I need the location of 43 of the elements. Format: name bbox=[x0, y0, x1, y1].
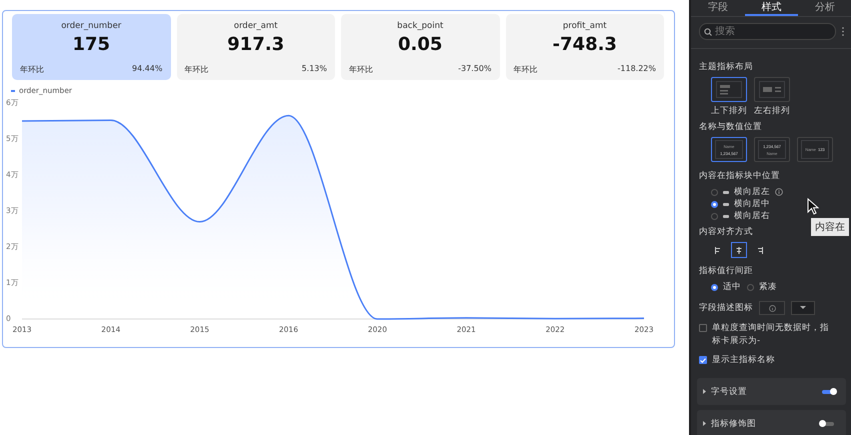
section-title: 名称与数值位置 bbox=[699, 121, 762, 133]
compare-label: 年环比 bbox=[514, 64, 538, 75]
section-title: 指标修饰图 bbox=[711, 418, 757, 430]
metric-value: 175 bbox=[72, 34, 110, 55]
field-label: 字段描述图标 bbox=[699, 302, 753, 314]
checkbox-label: 单粒度查询时间无数据时，指标卡展示为- bbox=[712, 322, 830, 348]
panel-tab[interactable]: 样式 bbox=[744, 0, 798, 16]
panel-tab[interactable]: 分析 bbox=[798, 0, 851, 16]
collapsible-section[interactable]: 字号设置 bbox=[697, 378, 846, 405]
search-field[interactable]: 搜索 bbox=[699, 23, 836, 40]
metric-value: 0.05 bbox=[398, 34, 442, 55]
compare-value: 94.44% bbox=[132, 64, 162, 75]
metric-card[interactable]: back_point 0.05 年环比 -37.50% bbox=[341, 14, 500, 80]
section-title: 指标值行间距 bbox=[699, 265, 753, 277]
compare-value: -118.22% bbox=[618, 64, 656, 75]
metric-value: -748.3 bbox=[552, 34, 617, 55]
section-title: 内容对齐方式 bbox=[699, 226, 753, 238]
radio-option[interactable]: 适中 bbox=[699, 281, 741, 293]
option-label: 左右排列 bbox=[754, 105, 790, 117]
metric-value: 917.3 bbox=[227, 34, 284, 55]
compare-value: -37.50% bbox=[458, 64, 492, 75]
metric-card[interactable]: order_number 175 年环比 94.44% bbox=[12, 14, 170, 80]
option-label: 上下排列 bbox=[711, 105, 747, 117]
metric-name: back_point bbox=[397, 21, 444, 31]
metric-name: profit_amt bbox=[562, 21, 607, 31]
search-input[interactable]: 搜索 bbox=[715, 26, 831, 37]
collapsible-section[interactable]: 指标修饰图 bbox=[697, 410, 846, 435]
metric-card[interactable]: profit_amt -748.3 年环比 -118.22% bbox=[506, 14, 664, 80]
section-title: 主题指标布局 bbox=[699, 61, 753, 73]
metric-name: order_number bbox=[61, 21, 122, 31]
compare-value: 5.13% bbox=[302, 64, 327, 75]
metric-name: order_amt bbox=[234, 21, 278, 31]
tooltip: 内容在 bbox=[811, 218, 849, 236]
section-title: 内容在指标块中位置 bbox=[699, 170, 780, 182]
compare-label: 年环比 bbox=[20, 64, 44, 75]
compare-label: 年环比 bbox=[349, 64, 373, 75]
section-title: 字号设置 bbox=[711, 386, 748, 398]
radio-option[interactable]: 紧凑 bbox=[741, 281, 777, 293]
metric-card[interactable]: order_amt 917.3 年环比 5.13% bbox=[176, 14, 335, 80]
radio-option[interactable]: 横向居左 bbox=[699, 186, 844, 198]
panel-tab[interactable]: 字段 bbox=[691, 0, 745, 16]
checkbox-label: 显示主指标名称 bbox=[712, 354, 776, 367]
compare-label: 年环比 bbox=[184, 64, 208, 75]
